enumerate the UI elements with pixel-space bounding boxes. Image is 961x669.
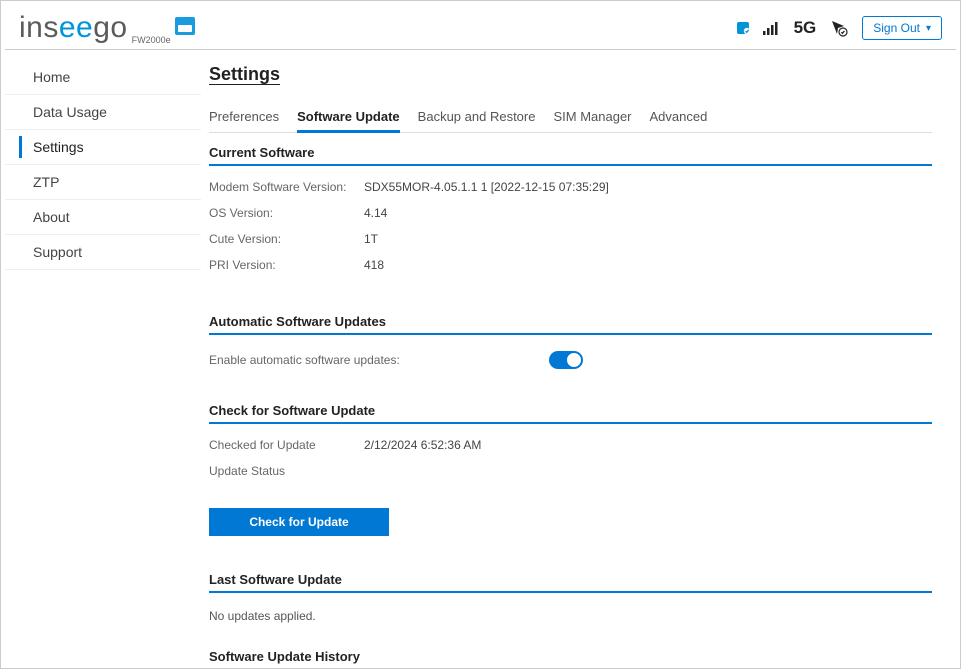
sidebar-item-label: Data Usage <box>33 104 107 120</box>
brand-text-mid: ee <box>59 11 93 44</box>
sidebar-item-label: About <box>33 209 70 225</box>
kv-value: 1T <box>364 232 378 246</box>
brand: inseego FW2000e <box>19 11 195 45</box>
row-enable-auto-updates: Enable automatic software updates: <box>209 343 932 377</box>
kv-label: Cute Version: <box>209 232 364 246</box>
row-checked-for-update: Checked for Update 2/12/2024 6:52:36 AM <box>209 432 932 458</box>
section-title-auto-updates: Automatic Software Updates <box>209 314 932 335</box>
section-title-current-software: Current Software <box>209 145 932 166</box>
sidebar-item-settings[interactable]: Settings <box>5 130 201 165</box>
sidebar: Home Data Usage Settings ZTP About Suppo… <box>5 50 201 669</box>
tab-label: Preferences <box>209 109 279 124</box>
sidebar-item-label: Support <box>33 244 82 260</box>
check-for-update-button[interactable]: Check for Update <box>209 508 389 536</box>
brand-model: FW2000e <box>132 35 171 45</box>
sidebar-item-home[interactable]: Home <box>5 60 201 95</box>
kv-value: 4.14 <box>364 206 387 220</box>
row-update-status: Update Status <box>209 458 932 484</box>
kv-label: Modem Software Version: <box>209 180 364 194</box>
tab-label: Software Update <box>297 109 400 124</box>
section-title-last-update: Last Software Update <box>209 572 932 593</box>
signout-button[interactable]: Sign Out ▾ <box>862 16 942 40</box>
tab-backup-restore[interactable]: Backup and Restore <box>418 103 536 132</box>
row-os-version: OS Version: 4.14 <box>209 200 932 226</box>
row-pri-version: PRI Version: 418 <box>209 252 932 278</box>
sidebar-item-label: ZTP <box>33 174 59 190</box>
kv-label: PRI Version: <box>209 258 364 272</box>
tab-sim-manager[interactable]: SIM Manager <box>553 103 631 132</box>
tab-label: Backup and Restore <box>418 109 536 124</box>
sidebar-item-label: Home <box>33 69 70 85</box>
page-title: Settings <box>209 64 932 85</box>
kv-value: 2/12/2024 6:52:36 AM <box>364 438 481 452</box>
section-title-check-update: Check for Software Update <box>209 403 932 424</box>
tabs: Preferences Software Update Backup and R… <box>209 103 932 133</box>
kv-label: OS Version: <box>209 206 364 220</box>
sidebar-item-ztp[interactable]: ZTP <box>5 165 201 200</box>
brand-text-pre: ins <box>19 11 59 44</box>
kv-label: Enable automatic software updates: <box>209 353 549 367</box>
section-title-history: Software Update History <box>209 649 932 669</box>
row-cute-version: Cute Version: 1T <box>209 226 932 252</box>
kv-label: Update Status <box>209 464 364 478</box>
tab-preferences[interactable]: Preferences <box>209 103 279 132</box>
chevron-down-icon: ▾ <box>926 23 931 34</box>
kv-label: Checked for Update <box>209 438 364 452</box>
tab-label: Advanced <box>650 109 708 124</box>
main-content: Settings Preferences Software Update Bac… <box>201 50 956 669</box>
row-modem-version: Modem Software Version: SDX55MOR-4.05.1.… <box>209 174 932 200</box>
location-status-icon <box>830 19 848 37</box>
device-icon <box>175 17 195 35</box>
tab-label: SIM Manager <box>553 109 631 124</box>
network-label: 5G <box>794 18 817 38</box>
brand-text-post: go <box>93 11 127 44</box>
kv-value: SDX55MOR-4.05.1.1 1 [2022-12-15 07:35:29… <box>364 180 609 194</box>
brand-logo: inseego <box>19 11 128 45</box>
signal-icon <box>762 19 780 37</box>
last-update-message: No updates applied. <box>209 601 932 631</box>
sidebar-item-support[interactable]: Support <box>5 235 201 270</box>
status-icons <box>736 19 780 37</box>
sidebar-item-about[interactable]: About <box>5 200 201 235</box>
kv-value: 418 <box>364 258 384 272</box>
signout-label: Sign Out <box>873 21 920 35</box>
sidebar-item-datausage[interactable]: Data Usage <box>5 95 201 130</box>
sim-status-icon <box>736 19 754 37</box>
sidebar-item-label: Settings <box>33 139 84 155</box>
header-right: 5G Sign Out ▾ <box>736 16 942 40</box>
tab-advanced[interactable]: Advanced <box>650 103 708 132</box>
header: inseego FW2000e 5G Sign Out ▾ <box>5 5 956 50</box>
auto-update-toggle[interactable] <box>549 351 583 369</box>
button-label: Check for Update <box>249 515 348 529</box>
tab-software-update[interactable]: Software Update <box>297 103 400 132</box>
